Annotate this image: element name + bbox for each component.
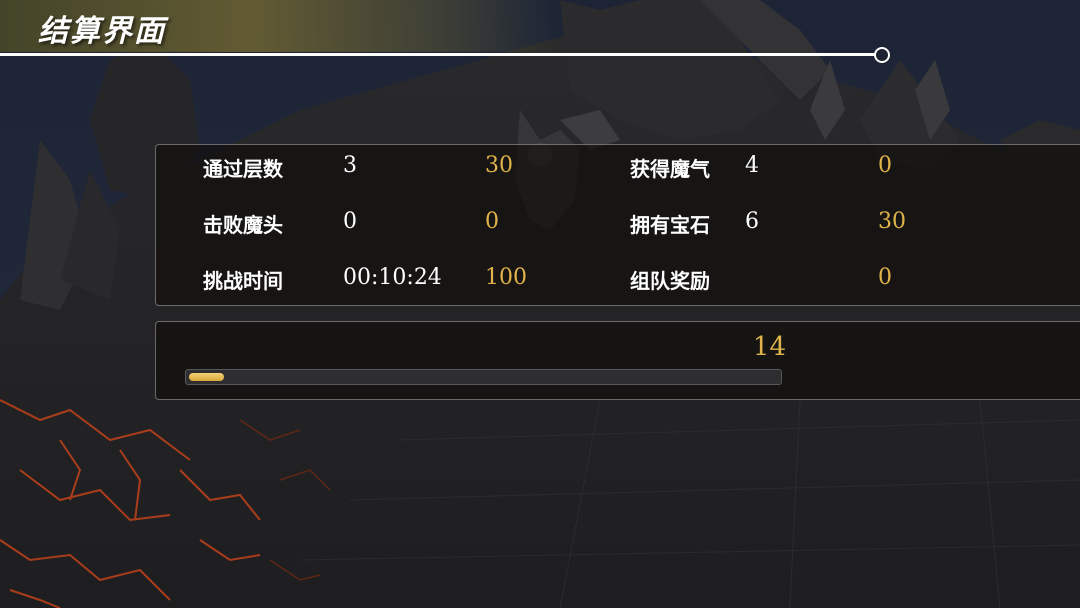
- screen-title: 结算界面: [38, 14, 166, 49]
- stat-value-demons: 0: [343, 209, 357, 234]
- stat-label-floors: 通过层数: [203, 157, 283, 181]
- title-underline: [0, 53, 876, 56]
- stat-reward-gems: 30: [878, 209, 906, 234]
- stat-value-time: 00:10:24: [343, 265, 442, 290]
- stat-value-gems: 6: [745, 209, 759, 234]
- stat-label-team: 组队奖励: [630, 269, 710, 293]
- stat-label-qi: 获得魔气: [630, 157, 710, 181]
- stat-value-floors: 3: [343, 153, 357, 178]
- progress-bar-track: [185, 369, 782, 385]
- stat-reward-demons: 0: [485, 209, 499, 234]
- stat-label-gems: 拥有宝石: [630, 213, 710, 237]
- stat-reward-time: 100: [485, 265, 527, 290]
- progress-bar-fill: [189, 373, 224, 381]
- stat-reward-floors: 30: [485, 153, 513, 178]
- stat-reward-team: 0: [878, 265, 892, 290]
- stat-label-demons: 击败魔头: [203, 213, 283, 237]
- progress-value: 14: [752, 332, 786, 362]
- settlement-screen: 结算界面 通过层数 3 30 获得魔气 4 0 击败魔头 0 0 拥有宝石 6 …: [0, 0, 1080, 608]
- stat-value-qi: 4: [745, 153, 759, 178]
- stat-label-time: 挑战时间: [203, 269, 283, 293]
- stats-panel: 通过层数 3 30 获得魔气 4 0 击败魔头 0 0 拥有宝石 6 30 挑战…: [155, 144, 1080, 306]
- progress-panel: 14: [155, 321, 1080, 400]
- title-underline-endpoint: [874, 47, 890, 63]
- stat-reward-qi: 0: [878, 153, 892, 178]
